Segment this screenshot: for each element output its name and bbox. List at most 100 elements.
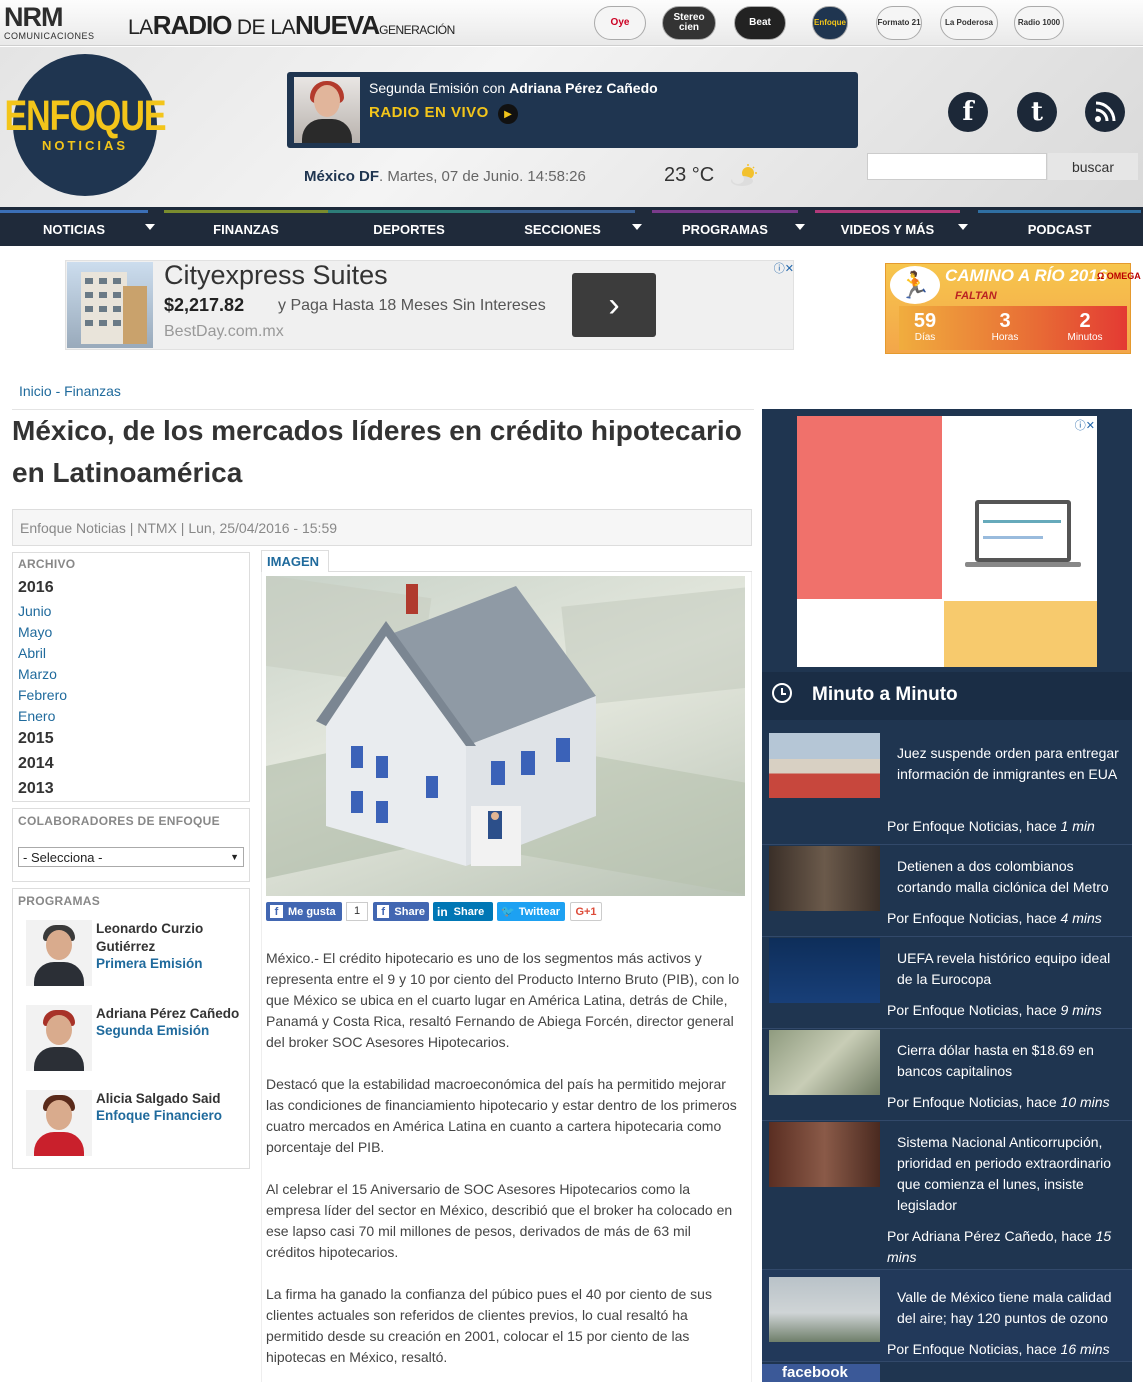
facebook-icon: f bbox=[377, 905, 390, 918]
program-host-photo[interactable] bbox=[26, 1090, 92, 1156]
nav-finanzas[interactable]: FINANZAS bbox=[164, 210, 328, 246]
article-body: México.- El crédito hipotecario es uno d… bbox=[266, 948, 742, 1382]
news-title[interactable]: Detienen a dos colombianos cortando mall… bbox=[897, 856, 1122, 898]
nav-secciones[interactable]: SECCIONES bbox=[490, 210, 635, 246]
archive-year-2014[interactable]: 2014 bbox=[18, 755, 54, 773]
news-thumbnail[interactable] bbox=[769, 846, 880, 911]
archive-month[interactable]: Marzo bbox=[18, 666, 57, 682]
news-thumbnail[interactable] bbox=[769, 733, 880, 798]
enfoque-noticias-logo[interactable]: ENFOQUE NOTICIAS bbox=[4, 54, 167, 196]
rio-faltan: FALTAN bbox=[955, 290, 997, 302]
nav-deportes[interactable]: DEPORTES bbox=[328, 210, 490, 246]
station-beat-logo[interactable]: Beat bbox=[734, 6, 786, 40]
article-meta: Enfoque Noticias | NTMX | Lun, 25/04/201… bbox=[12, 509, 752, 546]
program-show-name[interactable]: Primera Emisión bbox=[96, 956, 203, 971]
ad-url[interactable]: BestDay.com.mx bbox=[164, 323, 284, 341]
play-icon[interactable]: ▶ bbox=[498, 104, 518, 124]
display-ad[interactable]: ⓘ✕ bbox=[797, 416, 1097, 667]
news-byline: Por Enfoque Noticias, hace 1 min bbox=[887, 816, 1127, 837]
facebook-icon[interactable]: f bbox=[948, 92, 988, 132]
program-show-name[interactable]: Enfoque Financiero bbox=[96, 1108, 222, 1123]
news-author: Por Adriana Pérez Cañedo, hace bbox=[887, 1228, 1096, 1244]
archive-month[interactable]: Febrero bbox=[18, 687, 67, 703]
facebook-widget[interactable]: facebook bbox=[762, 1364, 880, 1382]
news-byline: Por Adriana Pérez Cañedo, hace 15 mins bbox=[887, 1226, 1127, 1268]
news-time: 4 mins bbox=[1060, 910, 1102, 926]
program-host-photo[interactable] bbox=[26, 920, 92, 986]
ad-title[interactable]: Cityexpress Suites bbox=[164, 260, 388, 291]
news-title[interactable]: Cierra dólar hasta en $18.69 en bancos c… bbox=[897, 1040, 1122, 1082]
program-host-name[interactable]: Adriana Pérez Cañedo bbox=[96, 1005, 246, 1023]
archive-month[interactable]: Enero bbox=[18, 708, 55, 724]
chevron-down-icon[interactable] bbox=[795, 224, 805, 230]
nav-videos-y-mas[interactable]: VIDEOS Y MÁS bbox=[815, 210, 960, 246]
nrm-logo[interactable]: NRM COMUNICACIONES bbox=[4, 2, 96, 44]
like-label: Me gusta bbox=[288, 905, 336, 918]
search-button[interactable]: buscar bbox=[1048, 153, 1138, 180]
radio-slogan: LARADIO DE LANUEVAGENERACIÓN bbox=[128, 10, 455, 41]
location-datetime: México DF. Martes, 07 de Junio. 14:58:26 bbox=[304, 168, 586, 185]
news-thumbnail[interactable] bbox=[769, 1122, 880, 1187]
slogan-part: NUEVA bbox=[295, 10, 380, 40]
station-radio1000-logo[interactable]: Radio 1000 bbox=[1014, 6, 1064, 40]
archive-year-2015[interactable]: 2015 bbox=[18, 730, 54, 748]
archive-month[interactable]: Mayo bbox=[18, 624, 52, 640]
logo-top-text: ENFOQUE bbox=[4, 91, 166, 140]
news-thumbnail[interactable] bbox=[769, 938, 880, 1003]
program-host-name[interactable]: Leonardo Curzio Gutiérrez bbox=[96, 920, 236, 956]
ad-choices-icon[interactable]: ⓘ✕ bbox=[762, 260, 794, 275]
tab-imagen[interactable]: IMAGEN bbox=[261, 550, 329, 572]
linkedin-share-button[interactable]: in Share bbox=[433, 902, 493, 921]
station-la-poderosa-logo[interactable]: La Poderosa bbox=[940, 6, 998, 40]
chevron-down-icon[interactable] bbox=[958, 224, 968, 230]
nav-podcast[interactable]: PODCAST bbox=[978, 210, 1141, 246]
nav-programas[interactable]: PROGRAMAS bbox=[652, 210, 798, 246]
ad-price-value: $2,217.82 bbox=[164, 295, 245, 315]
rss-icon[interactable] bbox=[1085, 92, 1125, 132]
news-thumbnail[interactable] bbox=[769, 1030, 880, 1095]
news-title[interactable]: Valle de México tiene mala calidad del a… bbox=[897, 1287, 1122, 1329]
breadcrumb[interactable]: Inicio - Finanzas bbox=[19, 383, 121, 399]
chevron-down-icon: ▼ bbox=[230, 852, 239, 862]
chevron-down-icon[interactable] bbox=[145, 224, 155, 230]
station-formato21-logo[interactable]: Formato 21 bbox=[876, 6, 922, 40]
nav-noticias[interactable]: NOTICIAS bbox=[0, 210, 148, 246]
live-program-prefix: Segunda Emisión con bbox=[369, 80, 506, 96]
live-program: Segunda Emisión con Adriana Pérez Cañedo bbox=[369, 80, 658, 96]
facebook-icon: f bbox=[270, 905, 283, 918]
chevron-down-icon[interactable] bbox=[632, 224, 642, 230]
google-plus-button[interactable]: G+1 bbox=[570, 902, 602, 921]
program-host-photo[interactable] bbox=[26, 1005, 92, 1071]
station-oye-logo[interactable]: Oye bbox=[594, 6, 646, 40]
facebook-share-button[interactable]: f Share bbox=[373, 902, 429, 921]
twitter-share-button[interactable]: 🐦 Twittear bbox=[497, 902, 565, 921]
news-title[interactable]: Sistema Nacional Anticorrupción, priorid… bbox=[897, 1132, 1122, 1216]
station-enfoque-logo[interactable]: Enfoque bbox=[812, 6, 848, 40]
news-title[interactable]: UEFA revela histórico equipo ideal de la… bbox=[897, 948, 1122, 990]
archive-month[interactable]: Junio bbox=[18, 603, 51, 619]
article-image[interactable] bbox=[266, 576, 745, 896]
rio-hours-value: 3 bbox=[999, 310, 1011, 332]
program-show-name[interactable]: Segunda Emisión bbox=[96, 1023, 209, 1038]
ad-hotel-image[interactable] bbox=[67, 262, 153, 348]
facebook-like-button[interactable]: f Me gusta bbox=[266, 902, 342, 921]
archive-year-2013[interactable]: 2013 bbox=[18, 780, 54, 798]
station-stereo-cien-logo[interactable]: Stereo cien bbox=[662, 6, 716, 40]
archive-year-2016[interactable]: 2016 bbox=[18, 579, 54, 597]
tweet-label: Twittear bbox=[518, 905, 561, 918]
twitter-icon[interactable]: t bbox=[1017, 92, 1057, 132]
program-host-name[interactable]: Alicia Salgado Said bbox=[96, 1090, 246, 1108]
collaborators-select[interactable]: - Selecciona - ▼ bbox=[18, 847, 244, 867]
ad-choices-icon[interactable]: ⓘ✕ bbox=[1075, 417, 1095, 433]
archive-title: ARCHIVO bbox=[18, 557, 76, 571]
chevron-right-icon[interactable]: › bbox=[572, 273, 656, 337]
rio-days-value: 59 bbox=[913, 310, 937, 332]
programs-title: PROGRAMAS bbox=[18, 894, 101, 908]
news-author: Por Enfoque Noticias, hace bbox=[887, 818, 1061, 834]
twitter-icon: 🐦 bbox=[501, 906, 515, 918]
archive-month[interactable]: Abril bbox=[18, 645, 46, 661]
news-title[interactable]: Juez suspende orden para entregar inform… bbox=[897, 743, 1122, 785]
radio-en-vivo-label[interactable]: RADIO EN VIVO bbox=[369, 104, 489, 121]
search-input[interactable] bbox=[867, 153, 1047, 180]
news-thumbnail[interactable] bbox=[769, 1277, 880, 1342]
